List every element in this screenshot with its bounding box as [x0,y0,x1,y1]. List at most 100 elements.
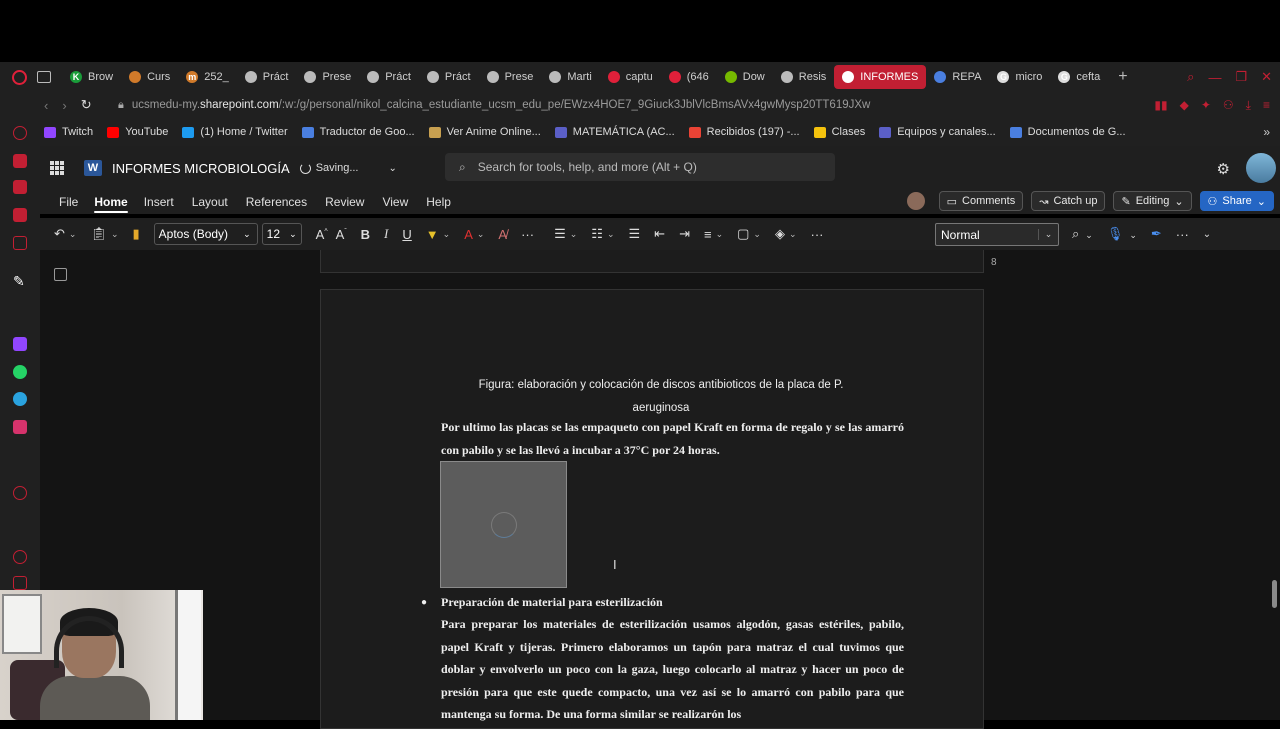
document-title[interactable]: INFORMES MICROBIOLOGÍA [112,161,290,176]
decrease-indent-icon[interactable]: ⇤ [654,226,665,242]
tab-home[interactable]: Home [89,190,132,214]
undo-icon[interactable]: ↶ [54,226,65,242]
comments-button[interactable]: ▭ Comments [938,191,1024,211]
italic-icon[interactable]: I [384,226,388,242]
more-bookmarks-icon[interactable]: » [1263,125,1270,139]
shading-icon[interactable]: ◈ [775,226,785,242]
vertical-scrollbar[interactable] [1272,580,1277,608]
title-menu-chevron-icon[interactable]: ⌄ [389,163,397,174]
extension-icon[interactable]: ◆ [1180,98,1189,112]
editing-mode-button[interactable]: ✎ Editing ⌄ [1113,191,1192,211]
share-button[interactable]: ⚇ Share ⌄ [1199,191,1274,211]
font-size-select[interactable]: 12 ⌄ [261,223,302,245]
navigation-pane-icon[interactable] [54,268,67,281]
wallet-icon[interactable]: ⚇ [1223,98,1234,112]
bookmark-item[interactable]: (1) Home / Twitter [182,126,288,138]
editor-icon[interactable]: ✒ [1151,226,1162,242]
minimize-icon[interactable]: — [1208,70,1221,85]
aria-icon[interactable] [13,126,27,140]
history-icon[interactable] [13,486,27,500]
browser-tab[interactable]: Práct [359,65,419,89]
align-dropdown-icon[interactable]: ⌄ [716,229,724,240]
more-font-options-icon[interactable]: ··· [521,227,534,242]
bookmark-item[interactable]: Ver Anime Online... [428,126,541,138]
instagram-icon[interactable] [13,420,27,434]
close-window-icon[interactable]: ✕ [1261,69,1272,85]
style-select[interactable]: Normal ⌄ [935,223,1059,246]
browser-tab[interactable]: Resis [773,65,835,89]
browser-tab[interactable]: REPA [926,65,989,89]
find-icon[interactable]: ⌕ ⌄ [1072,226,1093,242]
browser-tab[interactable]: Prese [479,65,542,89]
messenger-icon[interactable] [13,208,27,222]
bookmark-item[interactable]: MATEMÁTICA (AC... [554,126,675,138]
dictate-microphone-icon[interactable]: 🎙︎ ⌄ [1107,226,1137,242]
numbering-dropdown-icon[interactable]: ⌄ [607,229,615,240]
browser-tab[interactable]: Prese [296,65,359,89]
maximize-icon[interactable]: ❐ [1235,69,1247,85]
url-field[interactable]: ucsmedu-my.sharepoint.com/:w:/g/personal… [132,99,871,111]
browser-tab[interactable]: Práct [237,65,297,89]
player-icon[interactable] [13,236,27,250]
tab-file[interactable]: File [54,190,83,214]
catch-up-button[interactable]: ↝ Catch up [1031,191,1106,211]
settings-gear-icon[interactable]: ⚙ [1217,160,1230,178]
avatar[interactable] [1246,153,1276,183]
document-page[interactable]: Figura: elaboración y colocación de disc… [320,289,984,729]
tab-help[interactable]: Help [421,190,456,214]
twitch-sidebar-icon[interactable] [13,337,27,351]
more-options-icon[interactable]: ··· [1176,227,1189,242]
tab-insert[interactable]: Insert [139,190,179,214]
format-painter-icon[interactable]: ▮ [133,226,140,242]
search-tabs-icon[interactable]: ⌕ [1187,69,1194,85]
grow-font-icon[interactable]: A^ [316,227,328,242]
font-color-icon[interactable]: A [464,227,473,242]
bullets-dropdown-icon[interactable]: ⌄ [570,229,578,240]
underline-icon[interactable]: U [402,227,411,242]
browser-tab[interactable]: Gmicro [989,65,1050,89]
opera-logo-icon[interactable] [12,69,27,85]
download-icon[interactable]: ⤓ [1246,98,1251,113]
collaborator-avatar[interactable] [906,192,925,210]
browser-tab[interactable]: Gcefta [1050,65,1108,89]
browser-tab[interactable]: Marti [541,65,599,89]
undo-dropdown-icon[interactable]: ⌄ [69,229,77,240]
search-input[interactable]: ⌕ Search for tools, help, and more (Alt … [445,153,835,181]
browser-tab[interactable]: INFORMES [834,65,927,89]
tab-layout[interactable]: Layout [187,190,233,214]
increase-indent-icon[interactable]: ⇥ [679,226,690,242]
font-name-select[interactable]: Aptos (Body) ⌄ [153,223,258,245]
highlight-icon[interactable]: ▼ [426,227,439,242]
highlight-dropdown-icon[interactable]: ⌄ [443,229,451,240]
new-tab-icon[interactable]: + [1108,68,1137,86]
workspaces-icon[interactable] [13,154,27,168]
telegram-icon[interactable] [13,392,27,406]
clear-formatting-icon[interactable]: A̸ [498,227,507,242]
browser-tab[interactable]: captu [600,65,661,89]
browser-tab[interactable]: (646 [661,65,717,89]
bookmark-item[interactable]: Twitch [44,126,93,138]
bold-icon[interactable]: B [361,227,370,242]
forward-icon[interactable]: › [62,98,66,113]
align-icon[interactable]: ≡ [704,227,712,242]
bullets-icon[interactable]: ☰ [554,226,566,242]
tab-review[interactable]: Review [320,190,369,214]
tab-view[interactable]: View [377,190,413,214]
extensions-puzzle-icon[interactable]: ✦ [1201,98,1211,112]
ribbon-expand-chevron-icon[interactable]: ⌄ [1203,229,1211,240]
word-logo-icon[interactable]: W [84,160,102,176]
browser-tab[interactable]: Práct [419,65,479,89]
shading-dropdown-icon[interactable]: ⌄ [789,229,797,240]
bookmark-icon[interactable]: ▮▮ [1154,98,1167,112]
clock-icon[interactable] [13,550,27,564]
borders-icon[interactable]: ▢ [737,226,749,242]
bookmark-item[interactable]: Clases [813,126,865,138]
gx-icon[interactable] [13,180,27,194]
numbering-icon[interactable]: ☷ [591,226,603,242]
tab-references[interactable]: References [241,190,312,214]
paste-icon[interactable]: 📋︎ [90,226,107,242]
reload-icon[interactable]: ↻ [81,97,92,113]
bookmark-item[interactable]: YouTube [107,126,168,138]
borders-dropdown-icon[interactable]: ⌄ [753,229,761,240]
bookmark-item[interactable]: Documentos de G... [1009,126,1126,138]
